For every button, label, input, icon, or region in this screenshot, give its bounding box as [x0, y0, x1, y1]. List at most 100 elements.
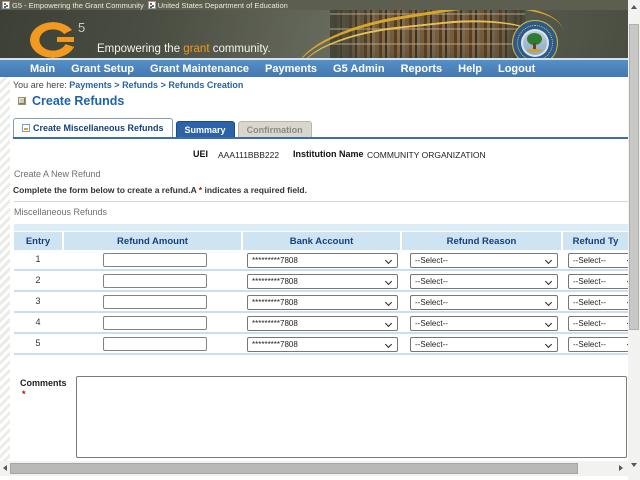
tagline-pre: Empowering the: [97, 43, 183, 55]
bank-account-select[interactable]: *********7808: [247, 337, 398, 352]
seal-tree-base: [527, 49, 542, 52]
tagline-post: community.: [210, 43, 271, 55]
tab-create-miscellaneous-refunds[interactable]: Create Miscellaneous Refunds: [13, 118, 173, 137]
nav-item-reports[interactable]: Reports: [401, 63, 443, 75]
window-title-doe: United States Department of Education: [148, 1, 288, 10]
refund-type-select[interactable]: --Select--: [568, 337, 628, 352]
column-header-bank-account: Bank Account: [243, 232, 402, 250]
tab-label: Summary: [185, 125, 226, 135]
bank-account-select[interactable]: *********7808: [247, 274, 398, 289]
nav-item-payments[interactable]: Payments: [265, 63, 317, 75]
refund-type-value: --Select--: [573, 340, 606, 349]
breadcrumb-link-refunds-creation[interactable]: Refunds Creation: [168, 80, 243, 90]
refund-type-value: --Select--: [573, 256, 606, 265]
table-top-band: [14, 224, 628, 231]
tab-summary[interactable]: Summary: [176, 121, 235, 137]
column-header-refund-reason: Refund Reason: [402, 232, 563, 250]
chevron-down-icon: [385, 256, 392, 263]
column-header-refund-amount: Refund Amount: [64, 232, 243, 250]
scroll-down-arrow-icon[interactable]: [631, 463, 637, 467]
nav-item-grant-maintenance[interactable]: Grant Maintenance: [150, 63, 249, 75]
refund-amount-input[interactable]: [103, 253, 207, 267]
window-title-g5: G5 - Empowering the Grant Community: [2, 1, 144, 10]
left-margin-decoration: [0, 77, 10, 461]
bank-account-value: *********7808: [252, 340, 298, 349]
nav-item-g5-admin[interactable]: G5 Admin: [333, 63, 385, 75]
nav-item-grant-setup[interactable]: Grant Setup: [71, 63, 134, 75]
refund-amount-input[interactable]: [103, 337, 207, 351]
scroll-left-arrow-icon[interactable]: [3, 465, 7, 471]
bank-account-value: *********7808: [252, 319, 298, 328]
refund-amount-input[interactable]: [103, 274, 207, 288]
bank-account-value: *********7808: [252, 256, 298, 265]
window-title-doe-label: United States Department of Education: [158, 1, 288, 10]
refunds-tabbar: Create Miscellaneous Refunds Summary Con…: [13, 118, 312, 137]
table-row: 2 *********7808 --Select-- --Select--: [14, 271, 628, 292]
tab-collapse-icon: [22, 124, 30, 132]
refund-type-value: --Select--: [573, 298, 606, 307]
tab-label: Confirmation: [247, 125, 303, 135]
uei-label: UEI: [193, 149, 208, 159]
nav-item-logout[interactable]: Logout: [498, 63, 535, 75]
bank-account-value: *********7808: [252, 277, 298, 286]
vertical-scrollbar[interactable]: [628, 0, 640, 480]
window-title-strip: G5 - Empowering the Grant Community Unit…: [0, 0, 640, 10]
entry-number: 4: [14, 317, 62, 327]
chevron-down-icon: [545, 319, 552, 326]
refund-type-select[interactable]: --Select--: [568, 316, 628, 331]
vertical-scrollbar-thumb[interactable]: [629, 24, 639, 330]
miscellaneous-refunds-table: Entry Refund Amount Bank Account Refund …: [14, 224, 628, 356]
form-instruction: Complete the form below to create a refu…: [13, 185, 307, 195]
g5-banner: 5 Empowering the grant community.: [0, 10, 640, 58]
refund-type-select[interactable]: --Select--: [568, 253, 628, 268]
refund-reason-select[interactable]: --Select--: [410, 295, 558, 310]
chevron-down-icon: [385, 277, 392, 284]
chevron-down-icon: [545, 340, 552, 347]
chevron-down-icon: [385, 298, 392, 305]
breadcrumb-link-payments[interactable]: Payments: [69, 80, 112, 90]
chevron-down-icon: [545, 277, 552, 284]
bank-account-value: *********7808: [252, 298, 298, 307]
horizontal-scrollbar[interactable]: [0, 461, 628, 476]
tagline-highlight: grant: [183, 43, 209, 55]
scroll-up-arrow-icon[interactable]: [631, 5, 637, 9]
instruction-post: indicates a required field.: [202, 185, 307, 195]
table-row: 3 *********7808 --Select-- --Select--: [14, 292, 628, 313]
refund-reason-select[interactable]: --Select--: [410, 274, 558, 289]
horizontal-scrollbar-thumb[interactable]: [10, 463, 578, 474]
refund-amount-input[interactable]: [103, 295, 207, 309]
bank-account-select[interactable]: *********7808: [247, 316, 398, 331]
bullet-square-icon: [18, 97, 26, 105]
chevron-down-icon: [545, 298, 552, 305]
refund-amount-input[interactable]: [103, 316, 207, 330]
refund-reason-select[interactable]: --Select--: [410, 316, 558, 331]
breadcrumb-link-refunds[interactable]: Refunds: [122, 80, 158, 90]
refund-reason-select[interactable]: --Select--: [410, 253, 558, 268]
table-row: 1 *********7808 --Select-- --Select--: [14, 250, 628, 271]
banner-tagline: Empowering the grant community.: [97, 43, 271, 55]
refund-reason-select[interactable]: --Select--: [410, 337, 558, 352]
comments-label: Comments: [20, 378, 67, 388]
refund-reason-value: --Select--: [415, 319, 448, 328]
comments-required-asterisk: *: [22, 389, 26, 399]
g5-logo-bar: [57, 37, 74, 42]
instruction-pre: Complete the form below to create a refu…: [13, 185, 199, 195]
uei-value: AAA111BBB222: [218, 150, 279, 160]
refund-reason-value: --Select--: [415, 256, 448, 265]
chevron-down-icon: [545, 256, 552, 263]
refund-type-select[interactable]: --Select--: [568, 274, 628, 289]
tab-confirmation[interactable]: Confirmation: [238, 121, 312, 137]
refund-type-value: --Select--: [573, 277, 606, 286]
entry-number: 5: [14, 338, 62, 348]
seal-field: [523, 31, 547, 55]
nav-item-help[interactable]: Help: [458, 63, 482, 75]
bank-account-select[interactable]: *********7808: [247, 295, 398, 310]
section-divider: [14, 201, 628, 202]
refund-type-select[interactable]: --Select--: [568, 295, 628, 310]
window-title-g5-label: G5 - Empowering the Grant Community: [12, 1, 144, 10]
comments-textarea[interactable]: [76, 376, 627, 458]
nav-item-main[interactable]: Main: [30, 63, 55, 75]
scroll-right-arrow-icon[interactable]: [619, 465, 623, 471]
refund-reason-value: --Select--: [415, 340, 448, 349]
bank-account-select[interactable]: *********7808: [247, 253, 398, 268]
